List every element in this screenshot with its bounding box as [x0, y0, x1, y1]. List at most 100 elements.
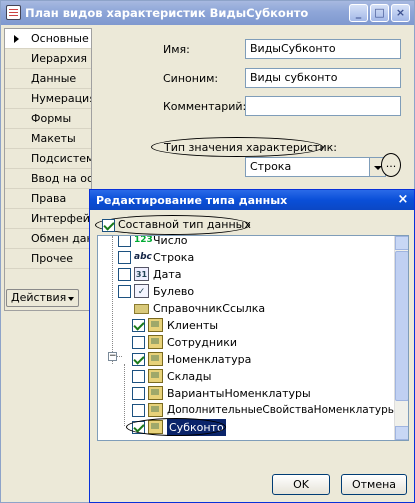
tree-item-nomenclature[interactable]: Номенклатура: [132, 351, 402, 368]
nav-item-hierarchy[interactable]: Иерархия: [5, 49, 91, 69]
folder-icon: [134, 304, 149, 314]
nav-item-rights[interactable]: Права: [5, 189, 91, 209]
synonym-field[interactable]: Виды субконто: [245, 68, 401, 88]
nav-item-data-exchange[interactable]: Обмен данными: [5, 229, 92, 249]
string-checkbox[interactable]: [118, 251, 131, 264]
tree-scrollbar[interactable]: [394, 236, 408, 440]
dialog-title-bar[interactable]: Редактирование типа данных ×: [90, 190, 414, 210]
tree-item-string[interactable]: abc Строка: [118, 249, 398, 266]
app-icon: [6, 5, 21, 20]
nav-item-label: Подсистемы: [31, 152, 91, 165]
catalog-icon: [148, 403, 163, 417]
nav-item-other[interactable]: Прочее: [5, 249, 91, 269]
tree-item-employees[interactable]: Сотрудники: [132, 334, 402, 351]
close-icon[interactable]: ×: [395, 192, 411, 208]
tree-line: [124, 364, 125, 426]
tree-item-label: Дата: [153, 268, 182, 281]
scroll-thumb[interactable]: [395, 251, 408, 401]
nav-item-label: Ввод на основании: [31, 172, 92, 185]
synonym-label: Синоним:: [163, 72, 219, 85]
catalog-icon: [148, 335, 163, 349]
tree-item-label: Номенклатура: [167, 353, 252, 366]
tree-item-label: Булево: [153, 285, 195, 298]
catalog-icon: [148, 369, 163, 383]
tree-item-warehouses[interactable]: Склады: [132, 368, 402, 385]
nav-item-label: Интерфейсы: [31, 212, 91, 225]
collapse-icon[interactable]: −: [108, 352, 117, 361]
nav-item-label: Макеты: [31, 132, 76, 145]
tree-item-clients[interactable]: Клиенты: [132, 317, 402, 334]
tree-item-label: ДополнительныеСвойстваНоменклатуры: [167, 404, 397, 416]
composite-checkbox[interactable]: [102, 219, 115, 232]
catalog-icon: [148, 318, 163, 332]
comment-field[interactable]: [245, 96, 401, 116]
tree-item-number[interactable]: 123 Число: [118, 235, 398, 249]
date-icon: 31: [134, 267, 149, 281]
boolean-checkbox[interactable]: [118, 285, 131, 298]
tree-item-label: Склады: [167, 370, 212, 383]
tree-item-label: Строка: [153, 251, 195, 264]
catalog-icon: [148, 386, 163, 400]
nav-item-numbering[interactable]: Нумерация: [5, 89, 91, 109]
nav-item-label: Данные: [31, 72, 77, 85]
dialog-title: Редактирование типа данных: [96, 194, 288, 207]
nav-item-forms[interactable]: Формы: [5, 109, 91, 129]
actions-label: Действия: [11, 291, 67, 304]
tree-item-additional-properties[interactable]: ДополнительныеСвойстваНоменклатуры: [132, 402, 402, 419]
subconto-highlight: [126, 418, 226, 436]
scroll-up-icon[interactable]: [395, 236, 408, 250]
tree-line: [112, 236, 113, 364]
variants-checkbox[interactable]: [132, 387, 145, 400]
nav-item-label: Обмен данными: [31, 232, 92, 245]
actions-button[interactable]: Действия: [6, 289, 79, 307]
nav-item-main[interactable]: Основные: [5, 29, 91, 49]
tree-item-boolean[interactable]: ✓ Булево: [118, 283, 398, 300]
nav-item-data[interactable]: Данные: [5, 69, 91, 89]
boolean-icon: ✓: [134, 284, 149, 298]
additional-properties-checkbox[interactable]: [132, 404, 145, 417]
maximize-icon[interactable]: □: [370, 4, 389, 22]
name-field[interactable]: ВидыСубконто: [245, 39, 401, 59]
nav-item-subsystems[interactable]: Подсистемы: [5, 149, 91, 169]
nav-item-label: Основные: [31, 32, 89, 45]
tree-item-nomenclature-variants[interactable]: ВариантыНоменклатуры: [132, 385, 402, 402]
tree-item-label: СправочникСсылка: [153, 302, 266, 315]
nav-item-based-on[interactable]: Ввод на основании: [5, 169, 92, 189]
tree-item-label: Число: [153, 235, 188, 247]
employees-checkbox[interactable]: [132, 336, 145, 349]
current-arrow-icon: [14, 35, 19, 43]
scroll-down-icon[interactable]: [395, 426, 408, 440]
tree-item-catalog-ref[interactable]: СправочникСсылка: [118, 300, 398, 317]
close-icon[interactable]: ×: [391, 4, 410, 22]
ok-button[interactable]: OK: [272, 474, 330, 495]
nav-item-templates[interactable]: Макеты: [5, 129, 91, 149]
nav-item-label: Формы: [31, 112, 72, 125]
nav-item-interfaces[interactable]: Интерфейсы: [5, 209, 91, 229]
clients-checkbox[interactable]: [132, 319, 145, 332]
date-checkbox[interactable]: [118, 268, 131, 281]
tree-item-label: Клиенты: [167, 319, 219, 332]
catalog-icon: [148, 352, 163, 366]
nomenclature-checkbox[interactable]: [132, 353, 145, 366]
type-select[interactable]: Строка: [245, 157, 370, 177]
tree-item-date[interactable]: 31 Дата: [118, 266, 398, 283]
type-label: Тип значения характеристик:: [164, 141, 337, 154]
main-title-bar[interactable]: План видов характеристик ВидыСубконто _ …: [1, 1, 414, 25]
chevron-down-icon: [68, 297, 74, 301]
tree-item-label: ВариантыНоменклатуры: [167, 387, 311, 400]
string-icon: abc: [134, 252, 152, 262]
minimize-icon[interactable]: _: [349, 4, 368, 22]
name-label: Имя:: [163, 43, 190, 56]
select-type-button[interactable]: ...: [381, 153, 401, 177]
nav-panel: Основные Иерархия Данные Нумерация Формы…: [4, 28, 92, 311]
warehouses-checkbox[interactable]: [132, 370, 145, 383]
type-edit-dialog: Редактирование типа данных × Составной т…: [89, 189, 415, 503]
number-icon: 123: [134, 235, 153, 245]
number-checkbox[interactable]: [118, 236, 131, 247]
type-tree: − 123 Число abc Строка 31 Дата ✓ Булево …: [97, 235, 409, 441]
nav-item-label: Иерархия: [31, 52, 87, 65]
window-title: План видов характеристик ВидыСубконто: [25, 6, 309, 20]
cancel-button[interactable]: Отмена: [341, 474, 407, 495]
composite-label: Составной тип данных: [118, 218, 251, 231]
comment-label: Комментарий:: [163, 100, 247, 113]
